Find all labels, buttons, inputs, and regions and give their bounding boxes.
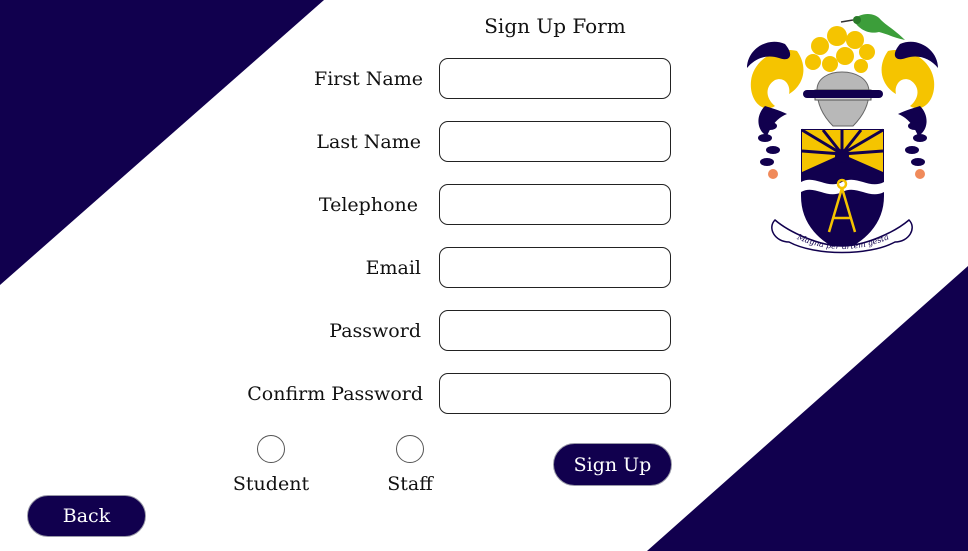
first-name-label: First Name <box>314 68 423 90</box>
crest-mantling-right-lower <box>898 106 927 136</box>
staff-radio[interactable] <box>396 435 424 463</box>
last-name-input[interactable] <box>439 121 671 162</box>
last-name-label: Last Name <box>316 131 421 153</box>
confirm-password-label: Confirm Password <box>247 383 423 405</box>
email-label: Email <box>365 257 421 279</box>
crest-mantling-left-lower <box>758 106 787 136</box>
form-title: Sign Up Form <box>484 14 626 38</box>
university-crest-logo: Magna per artem gesta <box>747 14 938 254</box>
crest-flowers <box>805 26 875 73</box>
password-input[interactable] <box>439 310 671 351</box>
sign-up-button[interactable]: Sign Up <box>553 443 672 486</box>
bottom-right-triangle <box>647 266 968 551</box>
password-label: Password <box>329 320 421 342</box>
student-label: Student <box>232 473 310 495</box>
back-button[interactable]: Back <box>27 495 146 537</box>
staff-label: Staff <box>387 473 433 495</box>
first-name-input[interactable] <box>439 58 671 99</box>
confirm-password-input[interactable] <box>439 373 671 414</box>
email-input[interactable] <box>439 247 671 288</box>
telephone-input[interactable] <box>439 184 671 225</box>
telephone-label: Telephone <box>318 194 418 216</box>
student-radio[interactable] <box>257 435 285 463</box>
